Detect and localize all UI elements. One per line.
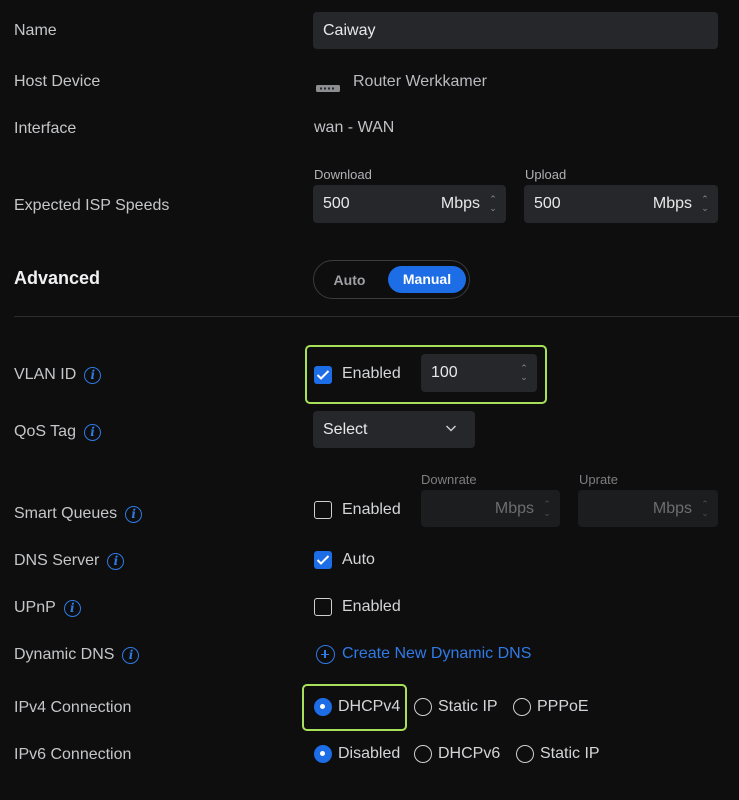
host-device-value: Router Werkkamer (353, 73, 487, 90)
download-value: 500 (323, 195, 350, 212)
interface-value: wan - WAN (314, 119, 395, 136)
dns-server-label: DNS Server i (14, 551, 125, 571)
uprate-unit: Mbps (652, 499, 692, 517)
vlan-id-input[interactable]: 100 ⌃ ⌄ (421, 354, 537, 392)
ipv6-radio-static-ip[interactable] (516, 745, 534, 763)
vlan-id-label: VLAN ID i (14, 365, 102, 385)
host-device-label: Host Device (14, 73, 101, 90)
advanced-mode-toggle: Auto Manual (313, 260, 470, 299)
vlan-id-label-text: VLAN ID (14, 366, 77, 383)
downrate-stepper[interactable]: ⌃ ⌄ (540, 499, 554, 518)
upnp-label-text: UPnP (14, 599, 56, 616)
upload-unit: Mbps (652, 195, 692, 212)
upload-label: Upload (525, 167, 567, 182)
vlan-enabled-checkbox[interactable] (314, 366, 332, 384)
ipv6-option-dhcpv6: DHCPv6 (438, 745, 501, 762)
info-icon[interactable]: i (125, 505, 143, 523)
ipv4-option-static-ip: Static IP (438, 698, 498, 715)
dns-server-auto-checkbox[interactable] (314, 551, 332, 569)
uprate-label: Uprate (579, 472, 619, 487)
upnp-checkbox[interactable] (314, 598, 332, 616)
upload-input[interactable]: 500 Mbps ⌃ ⌄ (524, 185, 718, 223)
download-input[interactable]: 500 Mbps ⌃ ⌄ (313, 185, 506, 223)
download-label: Download (314, 167, 372, 182)
create-dynamic-dns-link[interactable]: Create New Dynamic DNS (342, 645, 531, 663)
add-circle-icon[interactable] (316, 645, 335, 664)
upload-value: 500 (534, 195, 561, 212)
divider (14, 316, 739, 317)
info-icon[interactable]: i (122, 646, 140, 664)
dynamic-dns-label: Dynamic DNS i (14, 645, 140, 665)
qos-tag-label: QoS Tag i (14, 422, 101, 442)
isp-speeds-label: Expected ISP Speeds (14, 197, 170, 214)
info-icon[interactable]: i (83, 423, 101, 441)
ipv6-radio-disabled[interactable] (314, 745, 332, 763)
smart-queues-checkbox[interactable] (314, 501, 332, 519)
dns-server-label-text: DNS Server (14, 552, 100, 569)
interface-label: Interface (14, 120, 77, 137)
ipv4-radio-static-ip[interactable] (414, 698, 432, 716)
toggle-auto[interactable]: Auto (321, 267, 378, 293)
ipv6-option-disabled: Disabled (338, 745, 401, 762)
ipv4-connection-label: IPv4 Connection (14, 699, 132, 716)
vlan-enabled-label: Enabled (342, 365, 401, 382)
upload-stepper[interactable]: ⌃ ⌄ (698, 195, 712, 213)
smart-queues-label: Smart Queues i (14, 504, 143, 524)
name-label: Name (14, 22, 57, 39)
toggle-manual[interactable]: Manual (388, 266, 466, 293)
downrate-label: Downrate (421, 472, 477, 487)
smart-queues-label-text: Smart Queues (14, 505, 118, 522)
upnp-enabled-label: Enabled (342, 598, 401, 615)
name-input-value: Caiway (323, 21, 376, 39)
chevron-down-icon (445, 421, 457, 439)
ipv4-option-dhcpv4: DHCPv4 (338, 698, 401, 715)
info-icon[interactable]: i (84, 366, 102, 384)
dynamic-dns-label-text: Dynamic DNS (14, 646, 115, 663)
vlan-id-stepper[interactable]: ⌃ ⌄ (517, 364, 531, 382)
ipv4-option-pppoe: PPPoE (537, 698, 589, 715)
download-stepper[interactable]: ⌃ ⌄ (486, 195, 500, 213)
vlan-id-value: 100 (431, 364, 458, 381)
ipv6-option-static-ip: Static IP (540, 745, 600, 762)
ipv4-radio-pppoe[interactable] (513, 698, 531, 716)
ipv6-radio-dhcpv6[interactable] (414, 745, 432, 763)
info-icon[interactable]: i (63, 599, 81, 617)
advanced-title: Advanced (14, 268, 101, 288)
upnp-label: UPnP i (14, 598, 81, 618)
info-icon[interactable]: i (107, 552, 125, 570)
downrate-unit: Mbps (494, 499, 534, 517)
qos-tag-select[interactable]: Select (313, 411, 475, 448)
download-unit: Mbps (440, 195, 480, 212)
name-input[interactable]: Caiway (313, 12, 718, 49)
uprate-input[interactable]: Mbps ⌃ ⌄ (578, 490, 718, 527)
router-icon (316, 79, 340, 92)
dns-server-auto-label: Auto (342, 551, 375, 568)
downrate-input[interactable]: Mbps ⌃ ⌄ (421, 490, 560, 527)
ipv6-connection-label: IPv6 Connection (14, 746, 132, 763)
smart-queues-enabled-label: Enabled (342, 501, 401, 518)
uprate-stepper[interactable]: ⌃ ⌄ (698, 499, 712, 518)
qos-tag-label-text: QoS Tag (14, 423, 76, 440)
ipv4-radio-dhcpv4[interactable] (314, 698, 332, 716)
